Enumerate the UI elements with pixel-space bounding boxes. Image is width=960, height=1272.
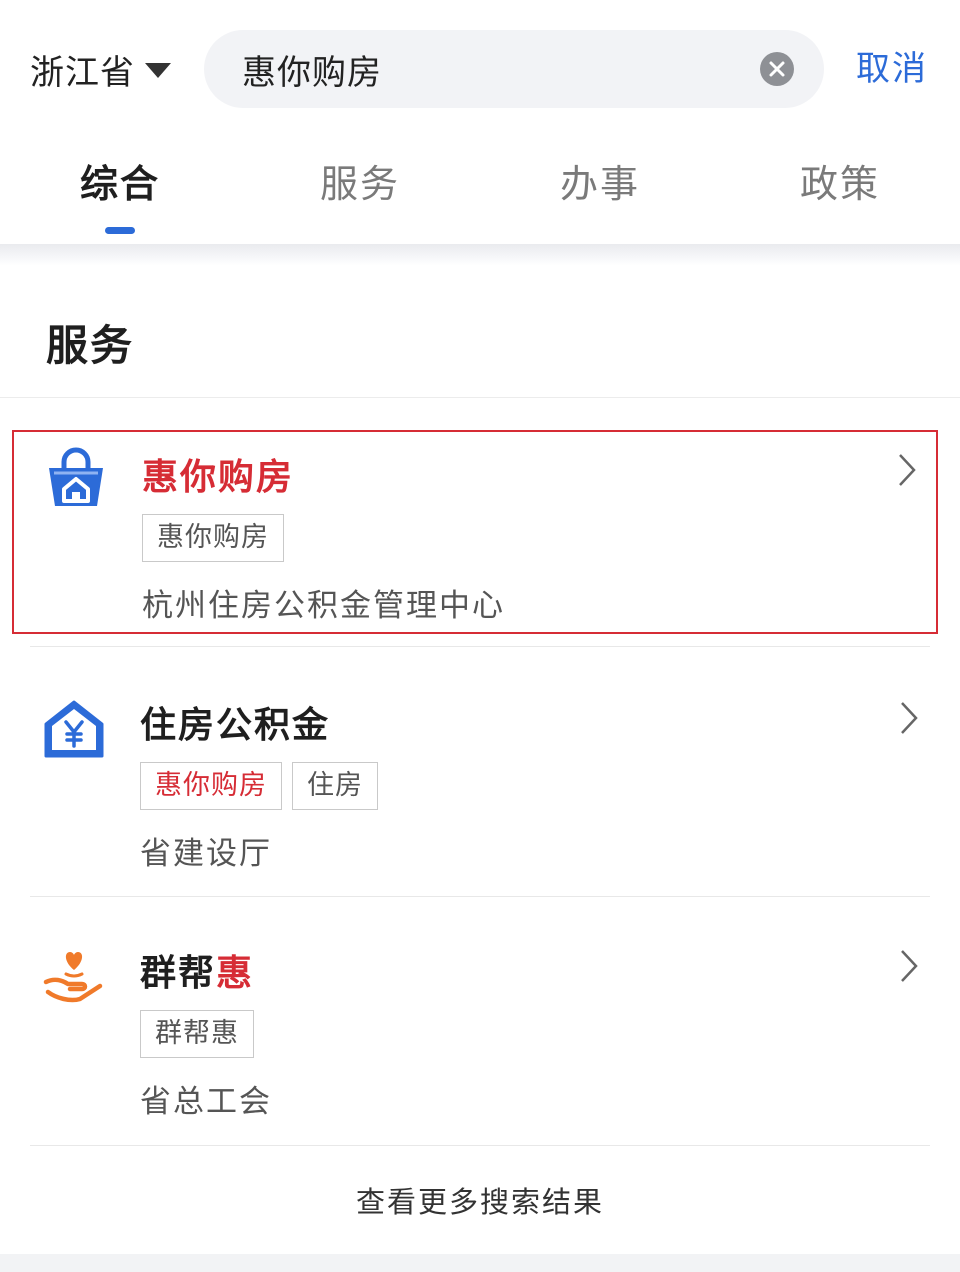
clear-icon[interactable] [760, 52, 794, 86]
tab-label: 办事 [559, 162, 640, 206]
tag: 住房 [292, 762, 378, 810]
bottom-gap [0, 1254, 960, 1272]
tag-list: 惠你购房 [142, 514, 284, 562]
title-highlight: 惠 [216, 953, 255, 994]
result-item-housing-fund[interactable]: 住房公积金 惠你购房 住房 省建设厅 [12, 680, 938, 880]
region-selector[interactable]: 浙江省 [30, 44, 171, 94]
caret-down-icon [145, 62, 171, 78]
result-source: 省建设厅 [140, 836, 272, 872]
tag: 群帮惠 [140, 1010, 254, 1058]
tag: 惠你购房 [142, 514, 284, 562]
result-tabs: 综合 服务 办事 政策 [0, 140, 960, 244]
section-title: 服务 [46, 321, 135, 370]
chevron-right-icon [899, 454, 916, 486]
result-source: 杭州住房公积金管理中心 [142, 588, 505, 624]
chevron-right-icon [901, 702, 918, 734]
result-title: 群帮惠 [140, 944, 254, 996]
divider [0, 397, 960, 398]
region-label: 浙江省 [30, 52, 135, 93]
tag-list: 群帮惠 [140, 1010, 254, 1058]
tab-comprehensive[interactable]: 综合 [0, 140, 240, 244]
tag: 惠你购房 [140, 762, 282, 810]
title-highlight: 惠你购房 [142, 457, 295, 498]
result-item-qunbanghui[interactable]: 群帮惠 群帮惠 省总工会 [12, 928, 938, 1128]
tab-policies[interactable]: 政策 [720, 140, 960, 244]
tab-label: 服务 [319, 162, 400, 206]
tab-label: 政策 [799, 162, 880, 206]
result-item-huinigoufang[interactable]: 惠你购房 惠你购房 杭州住房公积金管理中心 [12, 430, 938, 634]
cancel-button[interactable]: 取消 [856, 44, 928, 94]
search-header: 浙江省 取消 [0, 0, 960, 140]
home-bag-icon [49, 447, 103, 506]
more-results-link[interactable]: 查看更多搜索结果 [0, 1172, 960, 1232]
hand-heart-icon [43, 952, 103, 1003]
house-yuan-icon [44, 700, 104, 758]
chevron-right-icon [901, 950, 918, 982]
divider [30, 1145, 930, 1146]
divider [30, 646, 930, 647]
tag-list: 惠你购房 住房 [140, 762, 378, 810]
search-box [204, 30, 824, 108]
result-title: 惠你购房 [142, 448, 294, 500]
search-input[interactable] [242, 49, 722, 89]
tab-affairs[interactable]: 办事 [480, 140, 720, 244]
result-source: 省总工会 [140, 1084, 272, 1120]
result-title: 住房公积金 [140, 705, 331, 746]
tab-label: 综合 [79, 162, 160, 206]
active-tab-indicator [105, 227, 135, 234]
tabs-shadow [0, 244, 960, 266]
tab-services[interactable]: 服务 [240, 140, 480, 244]
title-prefix: 群帮 [140, 953, 217, 994]
divider [30, 896, 930, 897]
